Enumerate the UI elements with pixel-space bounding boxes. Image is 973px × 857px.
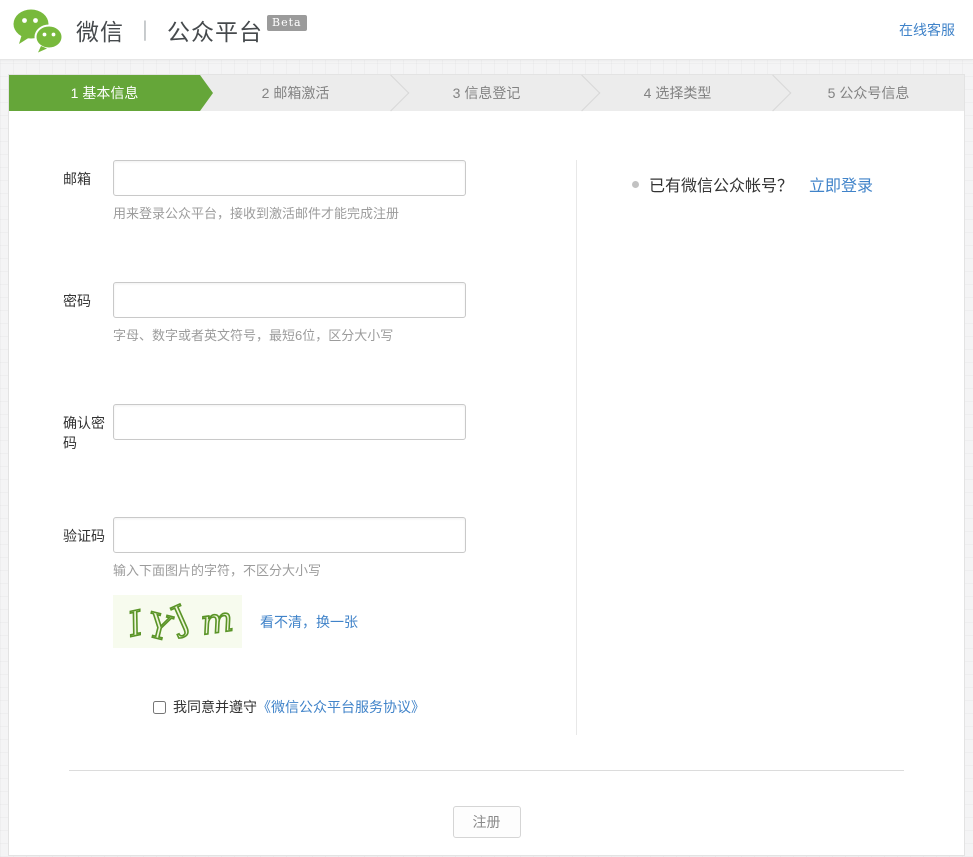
agreement-row: 我同意并遵守 《微信公众平台服务协议》 <box>153 697 576 717</box>
step-3-info-registration: 3 信息登记 <box>391 75 582 111</box>
email-input[interactable] <box>113 160 466 196</box>
confirm-password-label: 确认密码 <box>9 404 113 453</box>
existing-account-question: 已有微信公众帐号？ <box>649 172 793 196</box>
captcha-char: m <box>198 599 236 643</box>
step-5-account-info: 5 公众号信息 <box>773 75 964 111</box>
step-label: 1 基本信息 <box>71 83 139 103</box>
captcha-hint: 输入下面图片的字符，不区分大小写 <box>113 560 466 579</box>
captcha-field-group: 验证码 输入下面图片的字符，不区分大小写 I Y J m <box>9 517 576 648</box>
aside-column: 已有微信公众帐号？ 立即登录 <box>576 160 964 735</box>
online-support-link[interactable]: 在线客服 <box>899 22 955 38</box>
email-label: 邮箱 <box>9 160 113 222</box>
brand-primary: 微信 <box>76 13 124 47</box>
header: 微信 丨 公众平台 Beta 在线客服 <box>0 0 973 60</box>
step-label: 5 公众号信息 <box>828 83 910 103</box>
password-label: 密码 <box>9 282 113 344</box>
step-4-choose-type: 4 选择类型 <box>582 75 773 111</box>
email-field-group: 邮箱 用来登录公众平台，接收到激活邮件才能完成注册 <box>9 160 576 222</box>
confirm-password-input[interactable] <box>113 404 466 440</box>
register-button[interactable]: 注册 <box>453 806 521 838</box>
password-field-group: 密码 字母、数字或者英文符号，最短6位，区分大小写 <box>9 282 576 344</box>
brand-secondary: 公众平台 <box>167 13 263 47</box>
captcha-char: I <box>124 603 147 645</box>
step-progress-bar: 1 基本信息 2 邮箱激活 3 信息登记 4 选择类型 5 公众号信息 <box>9 75 964 111</box>
captcha-label: 验证码 <box>9 517 113 648</box>
password-input[interactable] <box>113 282 466 318</box>
captcha-refresh-link[interactable]: 看不清，换一张 <box>260 612 358 632</box>
agreement-text: 我同意并遵守 <box>173 697 257 717</box>
bottom-divider <box>69 770 904 771</box>
brand-separator: 丨 <box>134 14 157 46</box>
registration-form: 邮箱 用来登录公众平台，接收到激活邮件才能完成注册 密码 字母、数字或者英文符号… <box>9 160 576 735</box>
captcha-image: I Y J m <box>113 595 242 648</box>
step-2-email-activation: 2 邮箱激活 <box>200 75 391 111</box>
password-hint: 字母、数字或者英文符号，最短6位，区分大小写 <box>113 325 466 344</box>
wechat-logo-icon <box>10 7 66 53</box>
step-label: 3 信息登记 <box>453 83 521 103</box>
bullet-icon <box>632 181 639 188</box>
step-1-basic-info: 1 基本信息 <box>9 75 200 111</box>
confirm-password-field-group: 确认密码 <box>9 404 576 453</box>
email-hint: 用来登录公众平台，接收到激活邮件才能完成注册 <box>113 203 466 222</box>
captcha-input[interactable] <box>113 517 466 553</box>
brand-title: 微信 丨 公众平台 Beta <box>76 13 307 47</box>
registration-panel: 1 基本信息 2 邮箱激活 3 信息登记 4 选择类型 5 公众号信息 邮箱 用… <box>8 74 965 856</box>
agreement-checkbox[interactable] <box>153 701 166 714</box>
step-label: 4 选择类型 <box>644 83 712 103</box>
step-label: 2 邮箱激活 <box>262 83 330 103</box>
service-agreement-link[interactable]: 《微信公众平台服务协议》 <box>257 697 425 717</box>
login-now-link[interactable]: 立即登录 <box>809 172 873 196</box>
beta-badge: Beta <box>267 15 307 31</box>
